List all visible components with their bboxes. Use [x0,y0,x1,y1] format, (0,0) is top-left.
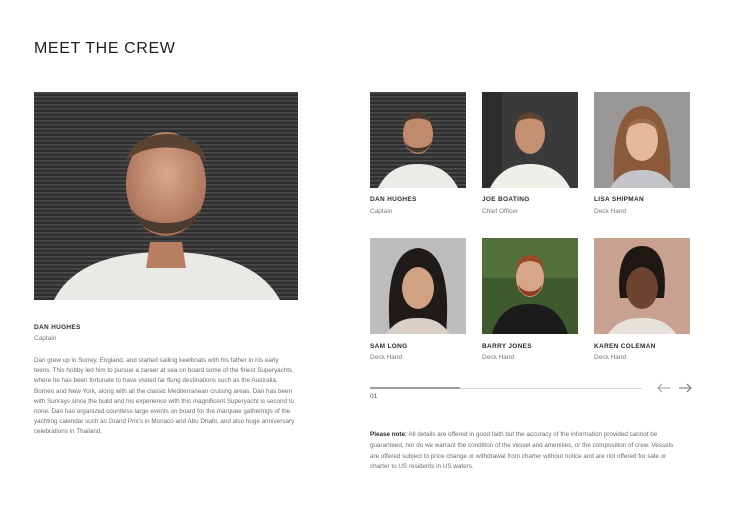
carousel-progress-fill [370,387,460,389]
crew-role: Deck Hand [594,354,627,361]
crew-role: Captain [370,208,393,215]
disclaimer-label: Please note: [370,431,408,438]
crew-role: Deck Hand [370,354,403,361]
disclaimer-text: All details are offered in good faith bu… [370,431,674,471]
crew-photo-dan-hughes[interactable] [370,92,466,188]
crew-name: BARRY JONES [482,343,532,350]
crew-photo-joe-boating[interactable] [482,92,578,188]
page-title: MEET THE CREW [34,40,176,57]
crew-role: Deck Hand [594,208,627,215]
featured-crew-bio: Dan grew up in Surrey, England, and star… [34,357,295,436]
crew-name: LISA SHIPMAN [594,196,644,203]
crew-name: DAN HUGHES [370,196,417,203]
crew-photo-barry-jones[interactable] [482,238,578,334]
crew-photo-lisa-shipman[interactable] [594,92,690,188]
crew-name: SAM LONG [370,343,408,350]
featured-crew-role: Captain [34,335,57,342]
crew-photo-sam-long[interactable] [370,238,466,334]
carousel-page-number: 01 [370,393,378,400]
carousel-next-button[interactable] [678,382,692,394]
arrow-left-icon [657,383,670,393]
arrow-right-icon [679,383,692,393]
featured-crew-photo [34,92,298,300]
crew-role: Chief Officer [482,208,519,215]
crew-name: KAREN COLEMAN [594,343,656,350]
crew-photo-karen-coleman[interactable] [594,238,690,334]
disclaimer-note: Please note: All details are offered in … [370,430,680,473]
crew-role: Deck Hand [482,354,515,361]
crew-name: JOE BOATING [482,196,530,203]
featured-crew-name: DAN HUGHES [34,324,81,331]
carousel-prev-button[interactable] [657,382,671,394]
